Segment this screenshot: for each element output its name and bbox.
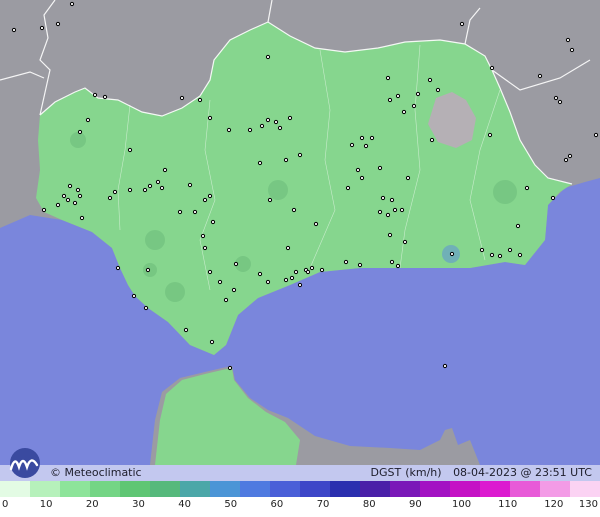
timestamp-label: 08-04-2023 @ 23:51 UTC bbox=[453, 466, 592, 479]
map-metadata: DGST (km/h) 08-04-2023 @ 23:51 UTC bbox=[367, 466, 593, 479]
scale-tick-label: 20 bbox=[85, 499, 99, 510]
scale-swatch bbox=[450, 481, 480, 497]
scale-tick-label: 80 bbox=[362, 499, 376, 510]
scale-swatch bbox=[330, 481, 360, 497]
scale-swatch bbox=[360, 481, 390, 497]
scale-tick-label: 70 bbox=[316, 499, 330, 510]
scale-swatch bbox=[480, 481, 510, 497]
scale-tick-label: 60 bbox=[270, 499, 284, 510]
meteoclimatic-logo bbox=[9, 448, 40, 478]
scale-tick-label: 50 bbox=[224, 499, 238, 510]
brand-label: © Meteoclimatic bbox=[50, 466, 142, 479]
scale-swatch bbox=[240, 481, 270, 497]
scale-tick-label: 120 bbox=[544, 499, 564, 510]
scale-swatch bbox=[0, 481, 30, 497]
scale-swatch bbox=[570, 481, 600, 497]
scale-tick-label: 130 bbox=[578, 499, 598, 510]
unit-label: (km/h) bbox=[405, 466, 442, 479]
scale-swatch bbox=[180, 481, 210, 497]
scale-swatch bbox=[210, 481, 240, 497]
scale-swatch bbox=[60, 481, 90, 497]
scale-swatch bbox=[510, 481, 540, 497]
scale-swatch bbox=[30, 481, 60, 497]
scale-swatch bbox=[420, 481, 450, 497]
scale-tick-label: 90 bbox=[409, 499, 422, 510]
scale-swatch bbox=[270, 481, 300, 497]
scale-swatch bbox=[300, 481, 330, 497]
scale-tick-label: 40 bbox=[178, 499, 191, 510]
scale-tick-label: 10 bbox=[39, 499, 53, 510]
scale-tick-label: 0 bbox=[2, 499, 9, 510]
scale-swatch bbox=[540, 481, 570, 497]
scale-swatch bbox=[390, 481, 420, 497]
wind-gust-map bbox=[0, 0, 600, 517]
variable-label: DGST bbox=[370, 466, 402, 479]
color-scale-legend: 0 10 20 30 40 50 60 70 80 90 100 110 120 130 bbox=[0, 481, 600, 517]
scale-swatch bbox=[150, 481, 180, 497]
scale-tick-label: 110 bbox=[498, 499, 518, 510]
color-scale-ticks: 0 10 20 30 40 50 60 70 80 90 100 110 120 130 bbox=[0, 497, 600, 517]
scale-swatch bbox=[90, 481, 120, 497]
scale-swatch bbox=[120, 481, 150, 497]
color-scale-bar bbox=[0, 481, 600, 497]
scale-tick-label: 100 bbox=[451, 499, 472, 510]
scale-tick-label: 30 bbox=[132, 499, 145, 510]
